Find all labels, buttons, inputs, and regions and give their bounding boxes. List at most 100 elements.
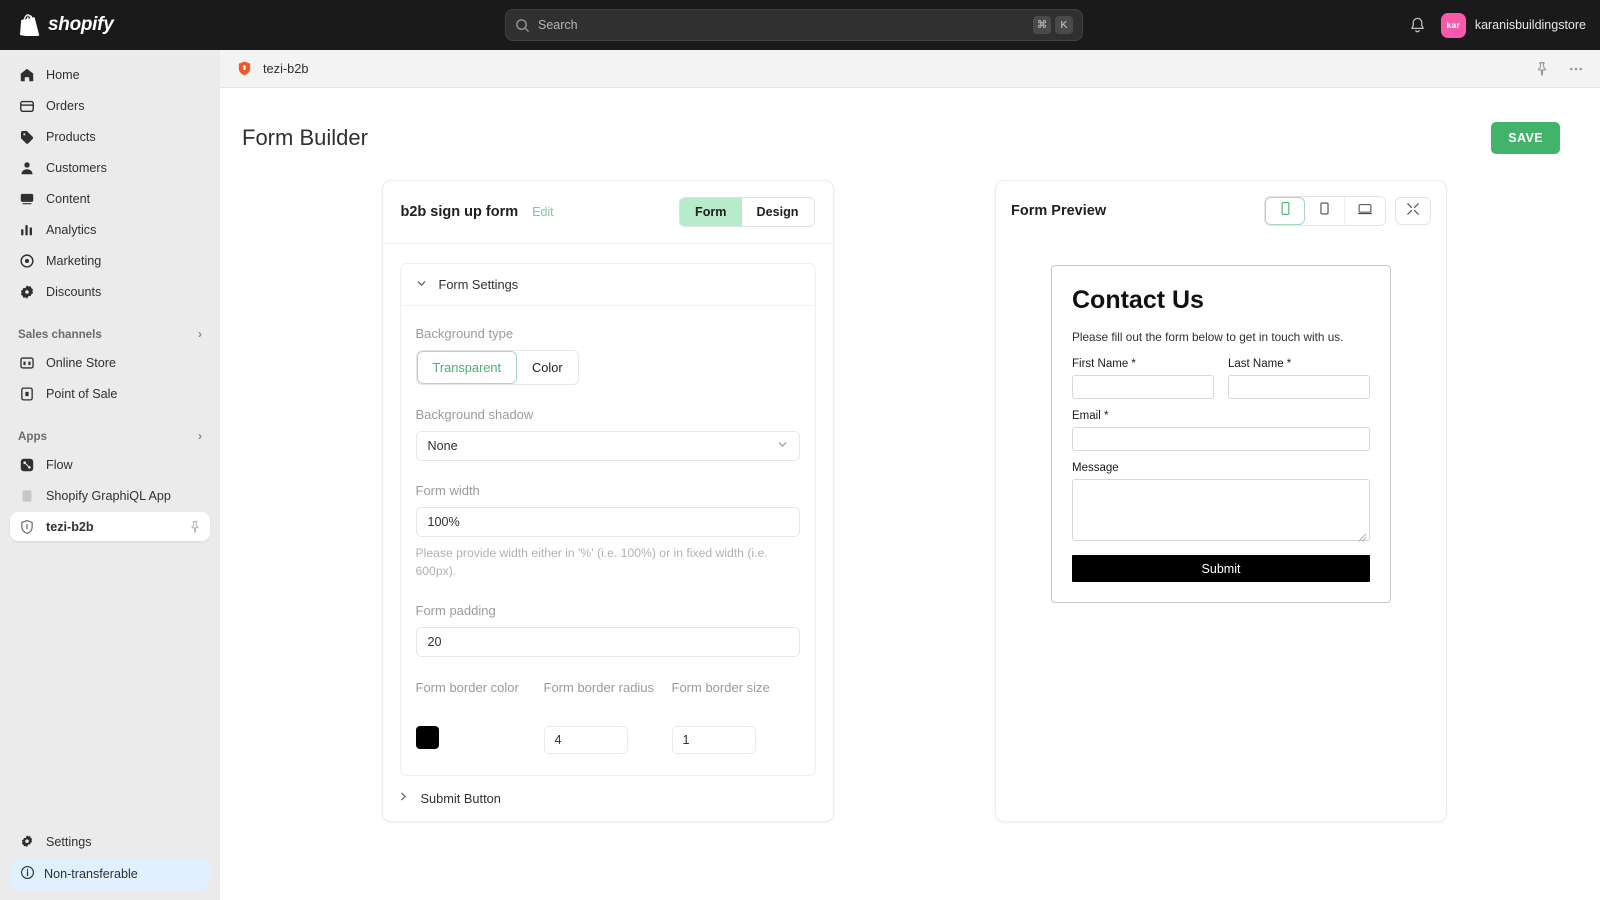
graphiql-icon bbox=[18, 487, 35, 504]
save-button[interactable]: SAVE bbox=[1491, 122, 1560, 154]
sidebar-label: Products bbox=[46, 129, 96, 144]
notifications-bell-icon[interactable] bbox=[1408, 16, 1427, 35]
preview-submit-button[interactable]: Submit bbox=[1072, 555, 1370, 582]
device-tablet-button[interactable] bbox=[1305, 197, 1345, 225]
border-color-swatch[interactable] bbox=[415, 725, 439, 749]
sidebar-label: Point of Sale bbox=[46, 386, 118, 401]
preview-email-field: Email * bbox=[1072, 410, 1370, 451]
sidebar-label: Settings bbox=[46, 834, 92, 849]
background-shadow-select[interactable]: None bbox=[415, 431, 800, 461]
input-value: 20 bbox=[427, 634, 442, 649]
input-value: 4 bbox=[554, 732, 562, 747]
sidebar-footer: Settings Non-transferable bbox=[0, 827, 220, 900]
app-bar-title: tezi-b2b bbox=[236, 60, 309, 77]
sidebar-item-point-of-sale[interactable]: Point of Sale bbox=[10, 379, 210, 408]
top-bar: shopify Search ⌘ K kar karanisbuildingst… bbox=[0, 0, 1600, 50]
flow-icon bbox=[18, 456, 35, 473]
device-mobile-button[interactable] bbox=[1265, 197, 1305, 225]
global-search[interactable]: Search ⌘ K bbox=[505, 9, 1083, 41]
sidebar-section-apps[interactable]: Apps › bbox=[10, 422, 210, 450]
sidebar-item-tezi-b2b[interactable]: tezi-b2b bbox=[10, 512, 210, 541]
field-border-size: Form border size 1 bbox=[671, 679, 800, 754]
non-transferable-banner[interactable]: Non-transferable bbox=[10, 858, 210, 890]
form-name: b2b sign up form bbox=[400, 204, 519, 220]
tab-design[interactable]: Design bbox=[741, 198, 814, 226]
products-icon bbox=[18, 128, 35, 145]
sidebar-item-products[interactable]: Products bbox=[10, 122, 210, 151]
device-desktop-button[interactable] bbox=[1345, 197, 1385, 225]
pin-icon[interactable] bbox=[188, 520, 202, 534]
field-border-group: Form border color Form border radius 4 F… bbox=[415, 679, 800, 754]
tab-form[interactable]: Form bbox=[680, 198, 742, 226]
search-icon bbox=[515, 18, 530, 33]
preview-email-input[interactable] bbox=[1072, 427, 1370, 451]
sidebar-label: Marketing bbox=[46, 253, 102, 268]
field-label: Form border color bbox=[415, 679, 519, 695]
input-value: 100% bbox=[427, 515, 460, 529]
sidebar-item-online-store[interactable]: Online Store bbox=[10, 348, 210, 377]
shopify-brand[interactable]: shopify bbox=[20, 14, 114, 38]
chevron-down-icon bbox=[416, 278, 426, 292]
account-menu[interactable]: kar karanisbuildingstore bbox=[1440, 12, 1586, 38]
sidebar-item-marketing[interactable]: Marketing bbox=[10, 246, 210, 275]
field-border-color: Form border color bbox=[415, 679, 544, 754]
online-store-icon bbox=[18, 354, 35, 371]
form-padding-input[interactable]: 20 bbox=[415, 626, 800, 657]
sidebar-item-orders[interactable]: Orders bbox=[10, 91, 210, 120]
form-design-tabs: Form Design bbox=[679, 197, 815, 227]
input-value: 1 bbox=[682, 732, 690, 747]
sidebar-item-flow[interactable]: Flow bbox=[10, 450, 210, 479]
orders-icon bbox=[18, 97, 35, 114]
sidebar-item-customers[interactable]: Customers bbox=[10, 153, 210, 182]
preview-title: Form Preview bbox=[1011, 203, 1107, 219]
preview-last-name-field: Last Name * bbox=[1228, 358, 1370, 399]
submit-button-accordion-header[interactable]: Submit Button bbox=[383, 776, 833, 821]
field-label: Form padding bbox=[415, 602, 496, 618]
form-settings-accordion-header[interactable]: Form Settings bbox=[400, 264, 815, 306]
app-shield-icon bbox=[236, 60, 253, 77]
sidebar-item-analytics[interactable]: Analytics bbox=[10, 215, 210, 244]
sidebar-item-home[interactable]: Home bbox=[10, 60, 210, 89]
fullscreen-button[interactable] bbox=[1395, 197, 1431, 225]
preview-message-textarea[interactable] bbox=[1072, 479, 1370, 542]
desktop-icon bbox=[1357, 202, 1373, 221]
sidebar-section-sales-channels[interactable]: Sales channels › bbox=[10, 320, 210, 348]
form-width-help: Please provide width either in '%' (i.e.… bbox=[415, 546, 768, 579]
field-label: Form border radius bbox=[543, 679, 655, 695]
shield-icon bbox=[18, 518, 35, 535]
background-type-transparent[interactable]: Transparent bbox=[416, 351, 518, 384]
preview-last-name-input[interactable] bbox=[1228, 375, 1370, 399]
main-region: tezi-b2b Form Builder SAVE b2b sign up f… bbox=[220, 50, 1600, 900]
preview-form: Contact Us Please fill out the form belo… bbox=[1051, 265, 1391, 603]
field-label: Background type bbox=[415, 326, 514, 341]
resize-handle-icon[interactable] bbox=[1358, 529, 1367, 542]
sidebar-item-content[interactable]: Content bbox=[10, 184, 210, 213]
border-radius-input[interactable]: 4 bbox=[543, 725, 628, 754]
discounts-icon bbox=[18, 283, 35, 300]
banner-label: Non-transferable bbox=[44, 867, 138, 881]
shopify-logo-icon bbox=[20, 14, 41, 38]
background-type-color[interactable]: Color bbox=[517, 351, 578, 384]
pin-icon[interactable] bbox=[1534, 61, 1550, 77]
preview-first-name-input[interactable] bbox=[1072, 375, 1214, 399]
more-options-icon[interactable] bbox=[1568, 61, 1584, 77]
sidebar-label: Customers bbox=[46, 160, 107, 175]
sidebar-item-settings[interactable]: Settings bbox=[10, 827, 210, 856]
border-size-input[interactable]: 1 bbox=[671, 725, 756, 754]
device-toggle-group bbox=[1264, 196, 1386, 226]
sidebar-item-discounts[interactable]: Discounts bbox=[10, 277, 210, 306]
form-settings-panel: Form Settings Background type Transparen… bbox=[399, 263, 816, 776]
analytics-icon bbox=[18, 221, 35, 238]
app-name: tezi-b2b bbox=[263, 61, 309, 76]
form-width-input[interactable]: 100% bbox=[415, 507, 800, 537]
mobile-icon bbox=[1279, 201, 1292, 221]
edit-form-name-link[interactable]: Edit bbox=[532, 205, 554, 219]
background-type-toggle: Transparent Color bbox=[415, 350, 579, 385]
sidebar-item-shopify-graphiql-app[interactable]: Shopify GraphiQL App bbox=[10, 481, 210, 510]
preview-form-heading: Contact Us bbox=[1072, 286, 1204, 314]
field-background-type: Background type Transparent Color bbox=[415, 326, 800, 385]
customers-icon bbox=[18, 159, 35, 176]
chevron-right-icon: › bbox=[198, 429, 202, 443]
sidebar-label: Home bbox=[46, 67, 80, 82]
app-bar: tezi-b2b bbox=[220, 50, 1600, 88]
